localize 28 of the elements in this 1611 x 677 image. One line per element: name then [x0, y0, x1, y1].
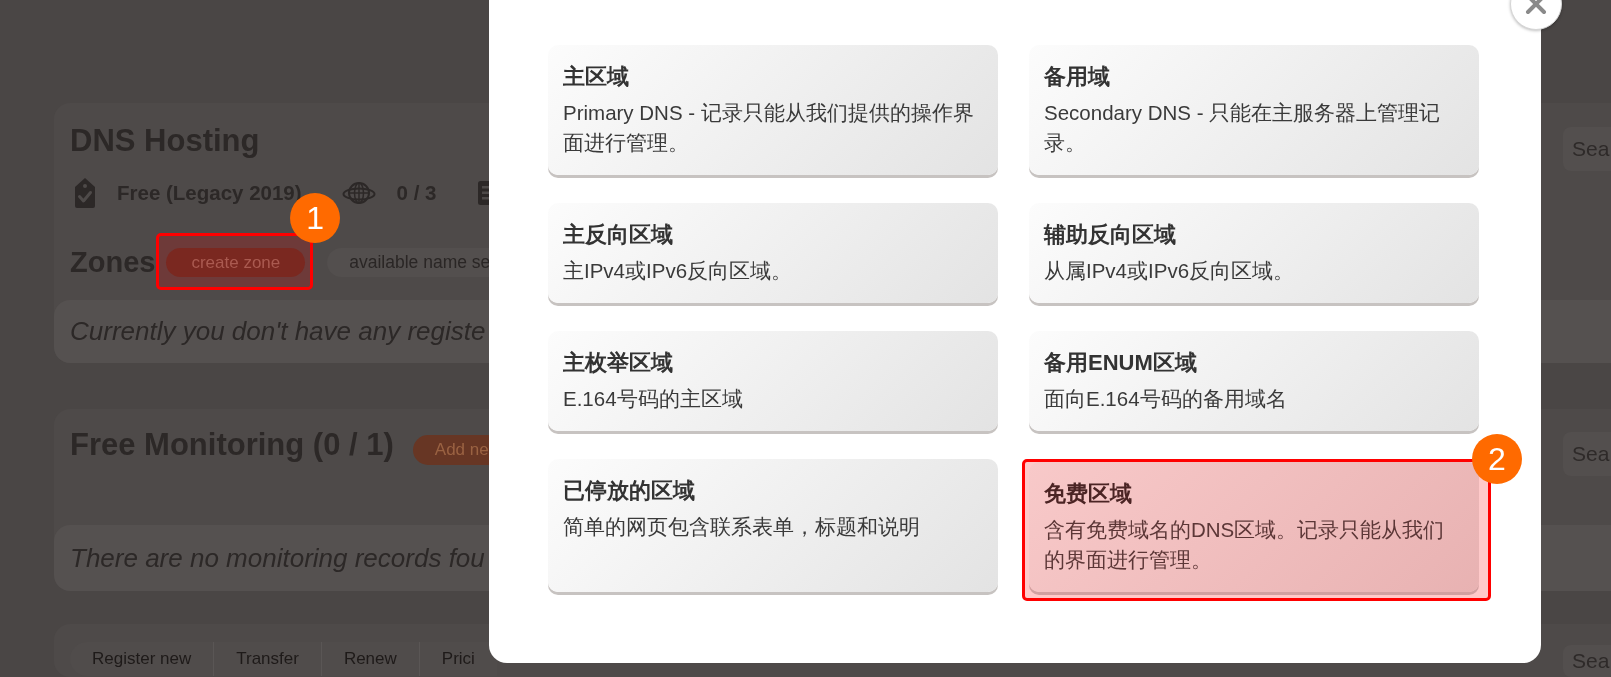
option-title: 备用ENUM区域: [1044, 349, 1198, 377]
option-title: 主反向区域: [563, 221, 674, 249]
globe-icon: [341, 181, 376, 205]
zone-type-card[interactable]: 主枚举区域 E.164号码的主区域: [548, 331, 998, 431]
zone-type-card[interactable]: 主区域 Primary DNS - 记录只能从我们提供的操作界面进行管理。: [548, 45, 998, 175]
option-title: 备用域: [1044, 63, 1111, 91]
option-title: 主区域: [563, 63, 630, 91]
step-badge: 2: [1472, 434, 1522, 484]
option-description: 从属IPv4或IPv6反向区域。: [1044, 258, 1296, 284]
tag-check-icon: [73, 177, 97, 209]
zone-type-card[interactable]: 辅助反向区域 从属IPv4或IPv6反向区域。: [1029, 203, 1479, 303]
option-title: 免费区域: [1044, 480, 1133, 508]
option-description: 含有免费域名的DNS区域。记录只能从我们的界面进行管理。: [1044, 517, 1446, 573]
option-description: E.164号码的主区域: [563, 386, 744, 412]
zone-type-card[interactable]: 备用ENUM区域 面向E.164号码的备用域名: [1029, 331, 1479, 431]
option-title: 主枚举区域: [563, 349, 674, 377]
option-description: 简单的网页包含联系表单，标题和说明: [563, 514, 921, 540]
zone-type-card[interactable]: 备用域 Secondary DNS - 只能在主服务器上管理记录。: [1029, 45, 1479, 175]
zone-type-card[interactable]: 主反向区域 主IPv4或IPv6反向区域。: [548, 203, 998, 303]
zone-type-card[interactable]: 免费区域 含有免费域名的DNS区域。记录只能从我们的界面进行管理。: [1029, 462, 1479, 592]
list-icon: [477, 181, 490, 205]
option-title: 辅助反向区域: [1044, 221, 1177, 249]
option-description: 面向E.164号码的备用域名: [1044, 386, 1288, 412]
option-title: 已停放的区域: [563, 477, 696, 505]
option-description: Primary DNS - 记录只能从我们提供的操作界面进行管理。: [563, 100, 975, 156]
option-description: 主IPv4或IPv6反向区域。: [563, 258, 794, 284]
option-description: Secondary DNS - 只能在主服务器上管理记录。: [1044, 100, 1442, 156]
zone-type-card[interactable]: 已停放的区域 简单的网页包含联系表单，标题和说明: [548, 459, 998, 592]
